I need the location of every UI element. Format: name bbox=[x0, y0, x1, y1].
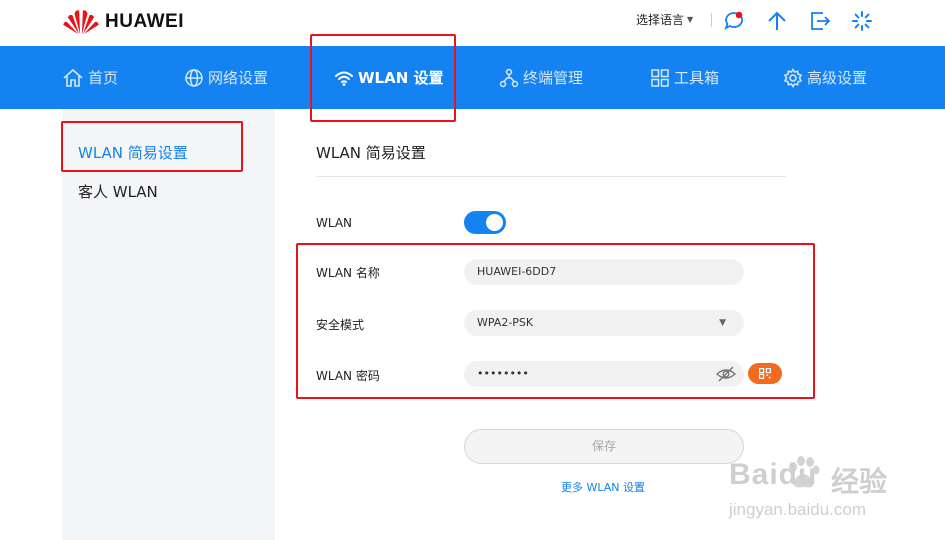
chevron-down-icon: ▼ bbox=[687, 15, 694, 24]
divider bbox=[316, 176, 786, 177]
grid-tools-icon bbox=[651, 68, 669, 87]
logout-icon[interactable] bbox=[809, 10, 831, 32]
devices-tree-icon bbox=[499, 68, 519, 87]
highlight-box-sidebar bbox=[61, 121, 243, 172]
chat-bubble-icon[interactable] bbox=[723, 10, 745, 32]
more-wlan-settings-link[interactable]: 更多 WLAN 设置 bbox=[561, 479, 645, 495]
sidebar-item-guest-wlan[interactable]: 客人 WLAN bbox=[78, 181, 158, 202]
nav-item-toolbox[interactable]: 工具箱 bbox=[650, 46, 719, 109]
nav-item-device-management[interactable]: 终端管理 bbox=[499, 46, 583, 109]
save-button[interactable]: 保存 bbox=[464, 429, 744, 464]
sidebar: WLAN 简易设置 客人 WLAN bbox=[62, 109, 275, 540]
loading-spinner-icon[interactable] bbox=[851, 10, 873, 32]
main-nav: 首页 网络设置 WLAN 设置 终端管理 工具箱 高级设置 bbox=[0, 46, 945, 109]
baidu-jingyan-watermark: Baidu 经验 jingyan.baidu.com bbox=[727, 454, 937, 540]
nav-item-label: 工具箱 bbox=[674, 69, 720, 87]
wlan-toggle-label: WLAN bbox=[316, 216, 353, 230]
nav-item-network-settings[interactable]: 网络设置 bbox=[184, 46, 268, 109]
toggle-knob bbox=[486, 214, 503, 231]
top-bar: HUAWEI 选择语言 ▼ bbox=[0, 0, 945, 46]
language-label: 选择语言 bbox=[636, 13, 685, 27]
language-selector[interactable]: 选择语言 ▼ bbox=[636, 11, 693, 28]
nav-item-advanced-settings[interactable]: 高级设置 bbox=[783, 46, 867, 109]
nav-item-label: 首页 bbox=[88, 69, 119, 87]
watermark-cn: 经验 bbox=[831, 466, 888, 497]
nav-item-label: 网络设置 bbox=[208, 69, 269, 87]
nav-item-home[interactable]: 首页 bbox=[62, 46, 118, 109]
nav-item-label: 高级设置 bbox=[807, 69, 868, 87]
page-title: WLAN 简易设置 bbox=[316, 144, 426, 162]
nav-item-label: 终端管理 bbox=[523, 69, 584, 87]
highlight-box-nav bbox=[310, 34, 456, 122]
watermark-url: jingyan.baidu.com bbox=[729, 500, 867, 519]
home-icon bbox=[63, 68, 83, 87]
globe-icon bbox=[185, 68, 203, 87]
huawei-logo[interactable]: HUAWEI bbox=[62, 8, 184, 36]
divider bbox=[711, 13, 712, 27]
upload-arrow-icon[interactable] bbox=[766, 10, 788, 32]
brand-name: HUAWEI bbox=[105, 11, 184, 32]
watermark-brand: Baidu bbox=[729, 458, 818, 491]
huawei-flower-icon bbox=[63, 10, 99, 35]
wlan-toggle[interactable] bbox=[464, 211, 506, 234]
highlight-box-form bbox=[296, 243, 815, 399]
gear-icon bbox=[783, 67, 803, 88]
